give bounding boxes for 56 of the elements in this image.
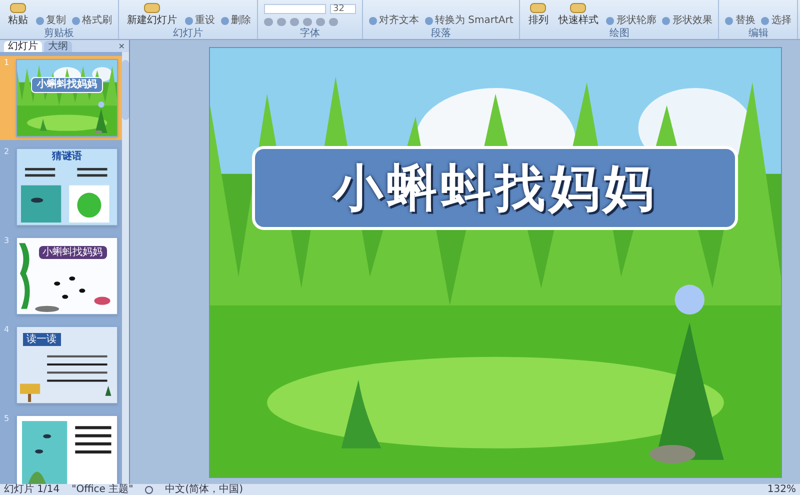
ribbon-icon (570, 3, 586, 13)
ribbon-icon (606, 16, 614, 24)
ribbon-icon (662, 16, 670, 24)
panel-tab[interactable]: 幻灯片 (4, 41, 42, 52)
ribbon-button[interactable]: 复制 (36, 15, 66, 26)
ribbon-button[interactable]: 转换为 SmartArt (425, 15, 514, 26)
ribbon-button[interactable]: 形状效果 (662, 15, 712, 26)
ribbon-icon (369, 16, 377, 24)
ribbon-icon (725, 16, 734, 24)
group-label: 编辑 (747, 29, 770, 39)
zoom-level: 132% (767, 484, 796, 495)
language: 中文(简体，中国) (165, 484, 244, 495)
slide-title: 小蝌蚪找妈妈 (30, 76, 103, 93)
slide-number: 3 (4, 237, 10, 247)
slide-number: 2 (4, 148, 10, 158)
scrollbar[interactable] (122, 52, 129, 484)
ribbon-button[interactable]: 对齐文本 (369, 15, 419, 26)
slide-title: 小蝌蚪找妈妈 (252, 146, 738, 230)
ribbon-icon (185, 16, 193, 24)
ribbon-button[interactable]: 新建幻灯片 (125, 0, 179, 26)
ribbon-button[interactable]: 删除 (221, 15, 251, 26)
theme-name: "Office 主题" (72, 484, 134, 495)
group-label: 绘图 (608, 29, 630, 39)
ribbon-button[interactable]: 形状轮廓 (606, 15, 656, 26)
ribbon-icon (761, 16, 770, 24)
ribbon-icon (10, 3, 26, 13)
ribbon-button[interactable]: 替换 (725, 15, 756, 26)
panel-tab[interactable]: 大纲 (44, 41, 72, 52)
group-label: 段落 (430, 29, 452, 39)
ribbon-icon (530, 3, 546, 13)
slide-number: 5 (4, 415, 10, 425)
slide-title: 猜谜语 (52, 151, 82, 163)
ribbon-icon (72, 16, 80, 24)
ribbon-button[interactable]: 选择 (761, 15, 792, 26)
ribbon-button[interactable]: 排列 (526, 0, 550, 26)
slide-title: 读一读 (22, 333, 61, 346)
slide-number: 4 (4, 326, 10, 336)
font-name-field[interactable] (264, 4, 326, 14)
ribbon-icon (425, 16, 433, 24)
ribbon-button[interactable]: 格式刷 (72, 15, 112, 26)
close-icon[interactable]: ✕ (118, 42, 125, 52)
slide-count: 幻灯片 1/14 (4, 484, 60, 495)
slide-thumbnail[interactable]: 1 小蝌蚪找妈妈 (0, 56, 122, 140)
ribbon-button[interactable]: 重设 (185, 15, 215, 26)
spell-check-icon[interactable] (145, 486, 154, 494)
group-label: 幻灯片 (172, 29, 204, 39)
group-label: 剪贴板 (43, 29, 75, 39)
ribbon-button[interactable]: 粘贴 (6, 0, 30, 26)
ribbon-icon (36, 16, 44, 24)
ribbon-icon (221, 16, 229, 24)
ribbon-icon (144, 3, 160, 13)
slide-number: 1 (4, 59, 10, 69)
slide-title: 小蝌蚪找妈妈 (38, 246, 107, 259)
ribbon-button[interactable]: 快速样式 (556, 0, 600, 26)
group-label: 字体 (299, 29, 321, 39)
font-size-field[interactable]: 32 (330, 4, 356, 14)
